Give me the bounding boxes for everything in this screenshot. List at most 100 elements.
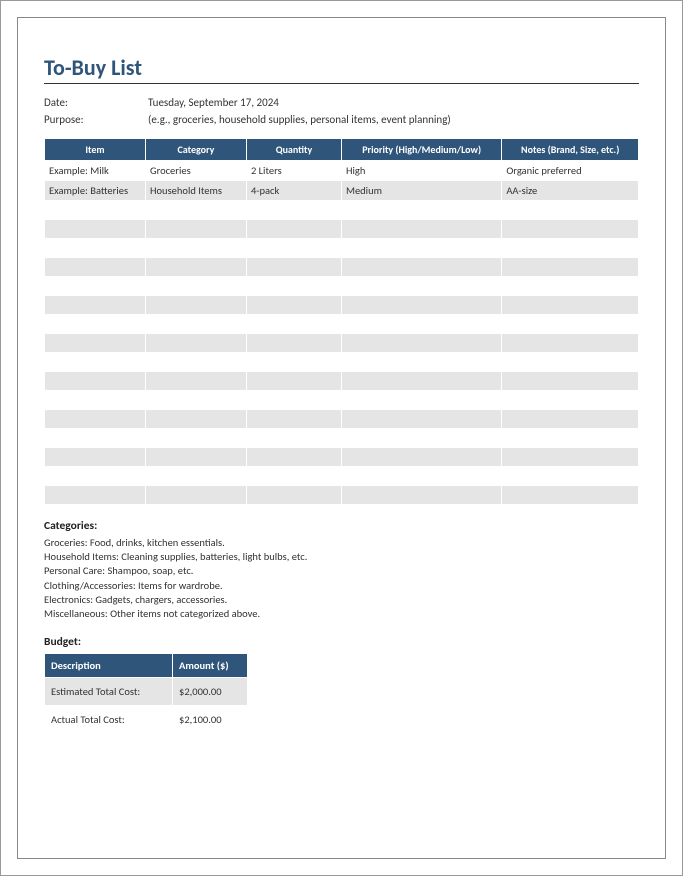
cell-item xyxy=(45,220,146,239)
header-notes: Notes (Brand, Size, etc.) xyxy=(502,139,639,161)
cell-notes xyxy=(502,334,639,353)
cell-category xyxy=(145,372,246,391)
cell-notes xyxy=(502,201,639,220)
title-underline xyxy=(44,83,639,84)
budget-table: Description Amount ($) Estimated Total C… xyxy=(44,653,248,734)
cell-category xyxy=(145,220,246,239)
cell-notes xyxy=(502,220,639,239)
cell-category xyxy=(145,448,246,467)
cell-priority: Medium xyxy=(341,181,501,201)
cell-item: Example: Batteries xyxy=(45,181,146,201)
cell-notes xyxy=(502,372,639,391)
cell-quantity xyxy=(246,372,341,391)
header-item: Item xyxy=(45,139,146,161)
items-table-header-row: Item Category Quantity Priority (High/Me… xyxy=(45,139,639,161)
cell-notes xyxy=(502,467,639,486)
cell-item xyxy=(45,315,146,334)
cell-item xyxy=(45,201,146,220)
table-row xyxy=(45,448,639,467)
cell-priority xyxy=(341,429,501,448)
header-priority: Priority (High/Medium/Low) xyxy=(341,139,501,161)
cell-item xyxy=(45,410,146,429)
table-row xyxy=(45,429,639,448)
cell-category xyxy=(145,334,246,353)
cell-item xyxy=(45,239,146,258)
cell-notes xyxy=(502,296,639,315)
table-row xyxy=(45,372,639,391)
cell-priority xyxy=(341,277,501,296)
cell-quantity xyxy=(246,334,341,353)
cell-priority xyxy=(341,353,501,372)
cell-quantity xyxy=(246,467,341,486)
cell-priority xyxy=(341,220,501,239)
cell-quantity: 4-pack xyxy=(246,181,341,201)
cell-notes xyxy=(502,353,639,372)
cell-priority xyxy=(341,239,501,258)
budget-header-desc: Description xyxy=(45,654,173,678)
table-row xyxy=(45,467,639,486)
cell-item xyxy=(45,486,146,505)
cell-notes xyxy=(502,277,639,296)
cell-item xyxy=(45,372,146,391)
cell-priority xyxy=(341,258,501,277)
cell-priority xyxy=(341,315,501,334)
cell-quantity xyxy=(246,391,341,410)
cell-quantity xyxy=(246,220,341,239)
budget-desc: Actual Total Cost: xyxy=(45,706,173,734)
cell-notes xyxy=(502,239,639,258)
cell-priority xyxy=(341,372,501,391)
cell-item xyxy=(45,391,146,410)
cell-quantity: 2 Liters xyxy=(246,161,341,181)
table-row xyxy=(45,201,639,220)
cell-notes xyxy=(502,391,639,410)
table-row xyxy=(45,315,639,334)
budget-desc: Estimated Total Cost: xyxy=(45,678,173,706)
category-line: Miscellaneous: Other items not categoriz… xyxy=(44,607,639,621)
table-row xyxy=(45,258,639,277)
table-row xyxy=(45,334,639,353)
budget-header-row: Description Amount ($) xyxy=(45,654,248,678)
category-line: Electronics: Gadgets, chargers, accessor… xyxy=(44,593,639,607)
cell-category xyxy=(145,429,246,448)
cell-notes xyxy=(502,315,639,334)
cell-category xyxy=(145,353,246,372)
cell-quantity xyxy=(246,486,341,505)
cell-category xyxy=(145,391,246,410)
table-row xyxy=(45,239,639,258)
cell-item xyxy=(45,429,146,448)
cell-notes xyxy=(502,410,639,429)
cell-quantity xyxy=(246,353,341,372)
cell-notes xyxy=(502,429,639,448)
categories-heading: Categories: xyxy=(44,519,639,533)
cell-item xyxy=(45,334,146,353)
table-row xyxy=(45,486,639,505)
meta-date-label: Date: xyxy=(44,96,148,109)
meta-purpose-value: (e.g., groceries, household supplies, pe… xyxy=(148,113,639,126)
cell-item: Example: Milk xyxy=(45,161,146,181)
cell-notes xyxy=(502,448,639,467)
cell-quantity xyxy=(246,201,341,220)
cell-quantity xyxy=(246,429,341,448)
budget-row: Estimated Total Cost:$2,000.00 xyxy=(45,678,248,706)
cell-item xyxy=(45,277,146,296)
cell-priority xyxy=(341,391,501,410)
budget-amount: $2,100.00 xyxy=(173,706,248,734)
category-line: Household Items: Cleaning supplies, batt… xyxy=(44,550,639,564)
cell-item xyxy=(45,353,146,372)
budget-amount: $2,000.00 xyxy=(173,678,248,706)
meta-purpose-row: Purpose: (e.g., groceries, household sup… xyxy=(44,113,639,126)
document-inner: To-Buy List Date: Tuesday, September 17,… xyxy=(17,17,666,859)
cell-item xyxy=(45,448,146,467)
category-line: Clothing/Accessories: Items for wardrobe… xyxy=(44,579,639,593)
cell-priority xyxy=(341,296,501,315)
cell-notes xyxy=(502,258,639,277)
table-row xyxy=(45,410,639,429)
table-row: Example: BatteriesHousehold Items4-packM… xyxy=(45,181,639,201)
cell-quantity xyxy=(246,315,341,334)
cell-category xyxy=(145,410,246,429)
cell-priority xyxy=(341,410,501,429)
meta-date-value: Tuesday, September 17, 2024 xyxy=(148,96,639,109)
cell-notes: Organic preferred xyxy=(502,161,639,181)
cell-category: Household Items xyxy=(145,181,246,201)
category-line: Personal Care: Shampoo, soap, etc. xyxy=(44,564,639,578)
